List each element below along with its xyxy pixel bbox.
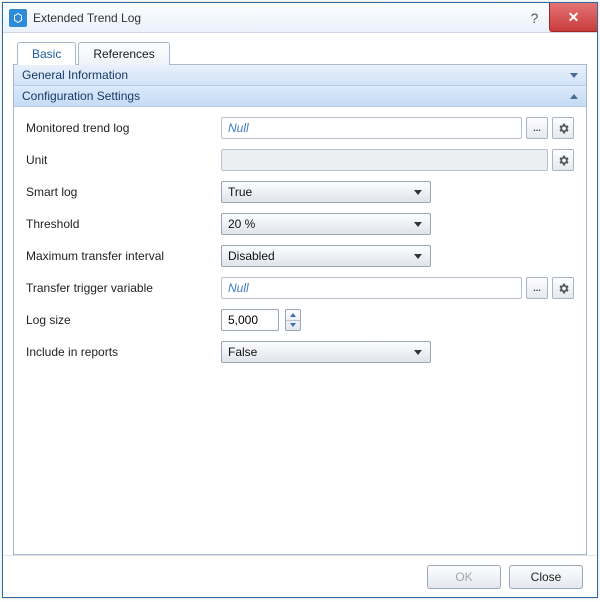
- browse-monitored-button[interactable]: ...: [526, 117, 548, 139]
- section-general-information[interactable]: General Information: [14, 65, 586, 86]
- transfer-trigger-field[interactable]: Null: [221, 277, 522, 299]
- dialog-window: Extended Trend Log ? ✕ Basic References …: [2, 2, 598, 598]
- label-monitored: Monitored trend log: [26, 121, 221, 135]
- triangle-down-icon: [290, 323, 296, 327]
- titlebar: Extended Trend Log ? ✕: [3, 3, 597, 33]
- threshold-select[interactable]: 20 %: [221, 213, 431, 235]
- monitored-value: Null: [228, 121, 249, 135]
- max-transfer-select[interactable]: Disabled: [221, 245, 431, 267]
- label-threshold: Threshold: [26, 217, 221, 231]
- row-unit: Unit: [26, 149, 574, 171]
- tab-references[interactable]: References: [78, 42, 169, 65]
- close-button[interactable]: Close: [509, 565, 583, 589]
- label-max-transfer: Maximum transfer interval: [26, 249, 221, 263]
- row-smart-log: Smart log True: [26, 181, 574, 203]
- window-buttons: ? ✕: [519, 3, 597, 32]
- label-transfer-trigger: Transfer trigger variable: [26, 281, 221, 295]
- section-label: General Information: [22, 68, 128, 82]
- dialog-content: Basic References General Information Con…: [3, 33, 597, 555]
- spinner-down-button[interactable]: [286, 321, 300, 331]
- row-monitored-trend-log: Monitored trend log Null ...: [26, 117, 574, 139]
- dropdown-arrow-icon: [410, 222, 426, 227]
- gear-icon: [557, 282, 570, 295]
- label-unit: Unit: [26, 153, 221, 167]
- log-size-value: 5,000: [228, 313, 258, 327]
- section-label: Configuration Settings: [22, 89, 140, 103]
- row-max-transfer: Maximum transfer interval Disabled: [26, 245, 574, 267]
- row-log-size: Log size 5,000: [26, 309, 574, 331]
- dropdown-arrow-icon: [410, 190, 426, 195]
- dropdown-arrow-icon: [410, 254, 426, 259]
- help-button[interactable]: ?: [519, 3, 549, 32]
- smart-log-value: True: [228, 185, 410, 199]
- gear-icon: [557, 154, 570, 167]
- chevron-up-icon: [570, 94, 578, 99]
- max-transfer-value: Disabled: [228, 249, 410, 263]
- gear-icon: [557, 122, 570, 135]
- triangle-up-icon: [290, 313, 296, 317]
- tab-strip: Basic References: [13, 41, 587, 64]
- row-include-reports: Include in reports False: [26, 341, 574, 363]
- trigger-value: Null: [228, 281, 249, 295]
- include-reports-select[interactable]: False: [221, 341, 431, 363]
- include-reports-value: False: [228, 345, 410, 359]
- section-configuration-settings[interactable]: Configuration Settings: [14, 86, 586, 107]
- spinner-up-button[interactable]: [286, 310, 300, 321]
- browse-trigger-button[interactable]: ...: [526, 277, 548, 299]
- settings-monitored-button[interactable]: [552, 117, 574, 139]
- window-title: Extended Trend Log: [33, 11, 519, 25]
- log-size-input[interactable]: 5,000: [221, 309, 279, 331]
- tab-basic[interactable]: Basic: [17, 42, 76, 65]
- unit-field: [221, 149, 548, 171]
- form-area: Monitored trend log Null ... Unit: [14, 107, 586, 554]
- ok-button[interactable]: OK: [427, 565, 501, 589]
- log-size-spinner: [285, 309, 301, 331]
- dropdown-arrow-icon: [410, 350, 426, 355]
- row-threshold: Threshold 20 %: [26, 213, 574, 235]
- threshold-value: 20 %: [228, 217, 410, 231]
- label-include-reports: Include in reports: [26, 345, 221, 359]
- row-transfer-trigger: Transfer trigger variable Null ...: [26, 277, 574, 299]
- window-close-button[interactable]: ✕: [549, 3, 597, 32]
- settings-unit-button[interactable]: [552, 149, 574, 171]
- settings-trigger-button[interactable]: [552, 277, 574, 299]
- chevron-down-icon: [570, 73, 578, 78]
- label-log-size: Log size: [26, 313, 221, 327]
- smart-log-select[interactable]: True: [221, 181, 431, 203]
- dialog-footer: OK Close: [3, 555, 597, 597]
- label-smart-log: Smart log: [26, 185, 221, 199]
- monitored-trend-log-field[interactable]: Null: [221, 117, 522, 139]
- app-icon: [9, 9, 27, 27]
- tab-panel-basic: General Information Configuration Settin…: [13, 64, 587, 555]
